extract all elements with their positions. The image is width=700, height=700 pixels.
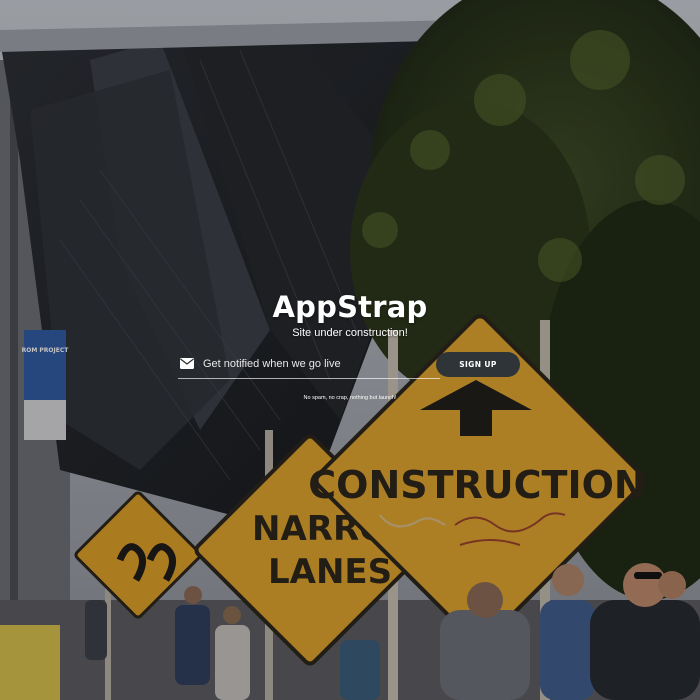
banner-text: ROM PROJECT	[22, 347, 70, 354]
app-title: AppStrap	[272, 290, 428, 324]
disclaimer-text: No spam, no crap, nothing but launch!	[303, 395, 397, 401]
signup-form: SIGN UP	[178, 351, 522, 379]
email-field-wrapper	[178, 351, 440, 379]
background-photo: ROM PROJECT NARRO LANES CONSTRUCTION	[0, 0, 700, 700]
email-input[interactable]	[203, 353, 433, 375]
hero: AppStrap Site under construction!	[0, 288, 700, 340]
sign-lanes-line2: LANES	[268, 552, 392, 592]
signup-button[interactable]: SIGN UP	[436, 352, 520, 377]
app-subtitle: Site under construction!	[292, 327, 408, 339]
envelope-icon	[180, 358, 194, 369]
sign-construction: CONSTRUCTION	[308, 463, 645, 507]
